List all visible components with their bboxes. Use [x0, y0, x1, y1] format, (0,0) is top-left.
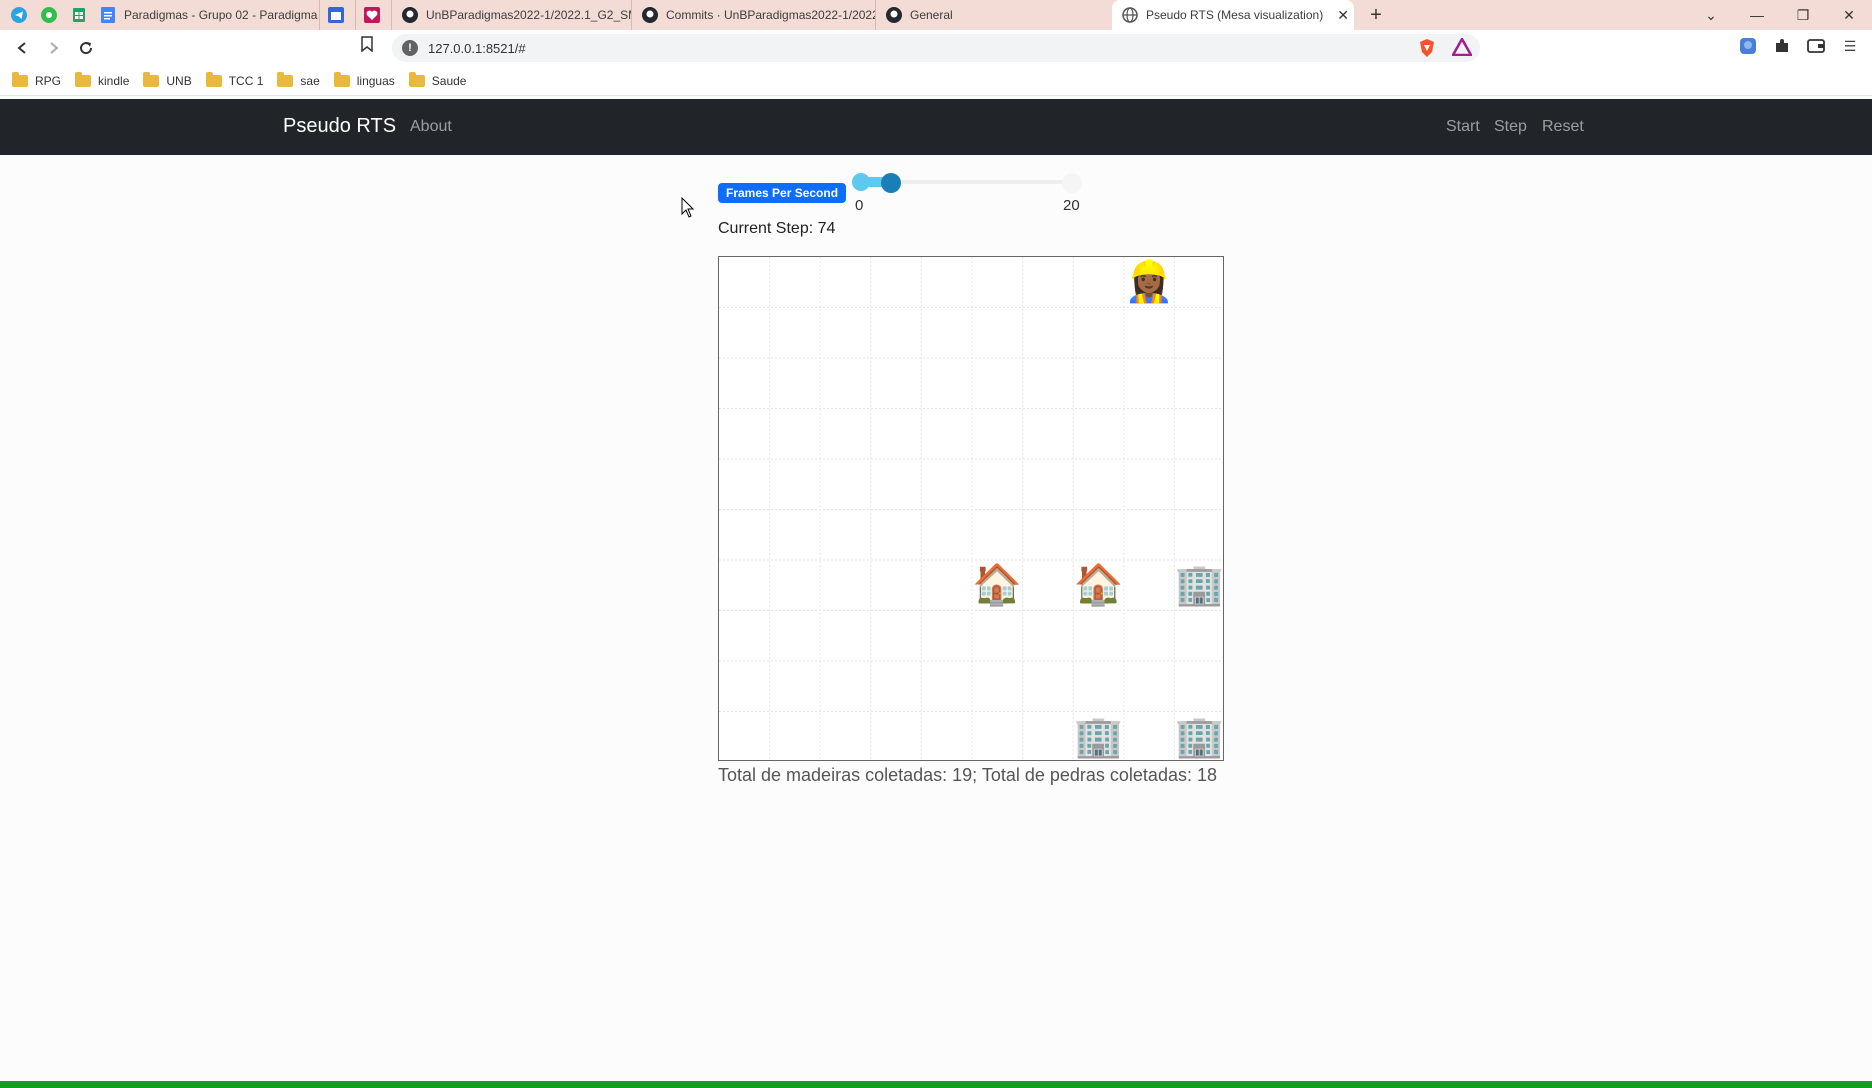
- pinned-tabs: [0, 0, 90, 30]
- tab-github-repo[interactable]: UnBParadigmas2022-1/2022.1_G2_SM: [392, 0, 632, 30]
- restore-window-icon[interactable]: ❐: [1780, 7, 1826, 24]
- telegram-pinned-tab-icon[interactable]: [8, 4, 30, 26]
- bookmark-folder-sae[interactable]: sae: [277, 71, 320, 88]
- back-button[interactable]: [6, 32, 38, 64]
- fps-slider-thumb[interactable]: [881, 173, 901, 193]
- office-building-agent-icon: 🏢: [1073, 714, 1124, 759]
- bookmark-folder-saude[interactable]: Saude: [408, 71, 466, 88]
- lumber-building-agent-icon: 🏢: [1174, 563, 1224, 607]
- forward-button[interactable]: [38, 32, 70, 64]
- fps-slider-start-handle: [852, 173, 870, 191]
- tab-title: Commits · UnBParadigmas2022-1/2022: [666, 8, 876, 22]
- folder-icon: [277, 71, 294, 87]
- tab-heart-app[interactable]: [356, 0, 392, 30]
- house-agent-icon: 🏠: [1073, 563, 1124, 607]
- folder-icon: [408, 71, 425, 87]
- folder-icon: [75, 71, 92, 87]
- close-tab-icon[interactable]: ✕: [1337, 7, 1349, 24]
- folder-icon: [205, 71, 222, 87]
- bookmark-folder-kindle[interactable]: kindle: [75, 71, 129, 88]
- profile-avatar-icon[interactable]: [1736, 34, 1760, 58]
- fps-slider-end-handle: [1062, 173, 1082, 193]
- navbar-brand[interactable]: Pseudo RTS: [283, 115, 396, 138]
- tab-pseudo-rts[interactable]: Pseudo RTS (Mesa visualization) ✕: [1112, 0, 1354, 30]
- back-arrow-icon: [17, 42, 26, 54]
- tab-title: Pseudo RTS (Mesa visualization): [1146, 8, 1324, 22]
- brave-rewards-icon[interactable]: [1450, 36, 1474, 61]
- start-button[interactable]: Start: [1446, 118, 1480, 136]
- folder-icon: [143, 71, 160, 87]
- reload-button[interactable]: [70, 32, 102, 64]
- worker-agent-icon: 👷🏾‍♀️: [1124, 260, 1174, 304]
- heart-icon: [364, 7, 380, 23]
- site-info-icon[interactable]: !: [402, 40, 418, 56]
- menu-icon[interactable]: ☰: [1838, 34, 1862, 58]
- app-navbar: Pseudo RTS About Start Step Reset: [0, 99, 1872, 155]
- folder-icon: [333, 71, 350, 87]
- fps-max-label: 20: [1063, 197, 1080, 214]
- house-agent-icon: 🏠: [972, 563, 1023, 607]
- tab-title: General: [910, 8, 953, 22]
- github-icon: [886, 7, 902, 23]
- simulation-grid[interactable]: 👷🏾‍♀️ 🏠 🏠 🏢 🏢 🏢: [718, 256, 1224, 761]
- github-icon: [642, 7, 658, 23]
- url-text: 127.0.0.1:8521/#: [428, 40, 526, 56]
- tab-search-chevron-icon[interactable]: ⌄: [1688, 7, 1734, 24]
- tab-general[interactable]: General: [876, 0, 1112, 30]
- calendar-icon: [328, 7, 344, 23]
- github-icon: [402, 7, 418, 23]
- sheets-pinned-tab-icon[interactable]: [68, 4, 90, 26]
- about-link[interactable]: About: [410, 118, 452, 136]
- bookmark-folder-tcc1[interactable]: TCC 1: [205, 71, 263, 88]
- tab-paradigmas-doc[interactable]: Paradigmas - Grupo 02 - Paradigma L: [90, 0, 320, 30]
- fps-label-badge: Frames Per Second: [718, 183, 847, 203]
- browser-tab-strip: Paradigmas - Grupo 02 - Paradigma L UnBP…: [0, 0, 1872, 30]
- lumber-building-agent-icon: 🏢: [1174, 714, 1224, 759]
- reset-button[interactable]: Reset: [1542, 118, 1584, 136]
- browser-toolbar: ! 127.0.0.1:8521/# ☰: [0, 30, 1872, 66]
- forward-arrow-icon: [50, 42, 59, 54]
- reload-icon: [80, 42, 93, 55]
- extensions-puzzle-icon[interactable]: [1770, 34, 1794, 58]
- bookmarks-bar: RPG kindle UNB TCC 1 sae linguas Saude: [0, 66, 1872, 96]
- tab-title: Paradigmas - Grupo 02 - Paradigma L: [124, 8, 320, 22]
- folder-icon: [12, 71, 28, 87]
- window-controls: ⌄ — ❐ ✕: [1688, 0, 1872, 30]
- bookmark-folder-linguas[interactable]: linguas: [333, 71, 395, 88]
- current-step-text: Current Step: 74: [718, 220, 836, 237]
- bookmark-folder-rpg[interactable]: RPG: [12, 71, 61, 88]
- step-button[interactable]: Step: [1494, 118, 1527, 136]
- grid-lines: [719, 257, 1223, 760]
- bookmark-icon[interactable]: [360, 36, 374, 57]
- close-window-icon[interactable]: ✕: [1826, 7, 1872, 24]
- new-tab-button[interactable]: +: [1364, 4, 1388, 27]
- whatsapp-pinned-tab-icon[interactable]: [38, 4, 60, 26]
- fps-min-label: 0: [855, 197, 864, 214]
- tab-calendar[interactable]: [320, 0, 356, 30]
- tab-github-commits[interactable]: Commits · UnBParadigmas2022-1/2022: [632, 0, 876, 30]
- bookmark-folder-unb[interactable]: UNB: [143, 71, 192, 88]
- address-bar[interactable]: ! 127.0.0.1:8521/#: [392, 34, 1480, 62]
- mouse-cursor-icon: [681, 197, 695, 218]
- wallet-icon[interactable]: [1804, 34, 1828, 58]
- tab-title: UnBParadigmas2022-1/2022.1_G2_SM: [426, 8, 632, 22]
- brave-shield-icon[interactable]: [1418, 38, 1436, 63]
- bottom-status-bar: [0, 1081, 1872, 1088]
- resource-totals-text: Total de madeiras coletadas: 19; Total d…: [718, 765, 1217, 785]
- globe-icon: [1122, 7, 1138, 23]
- docs-icon: [100, 7, 116, 23]
- extensions-area: ☰: [1736, 34, 1862, 58]
- minimize-window-icon[interactable]: —: [1734, 7, 1780, 23]
